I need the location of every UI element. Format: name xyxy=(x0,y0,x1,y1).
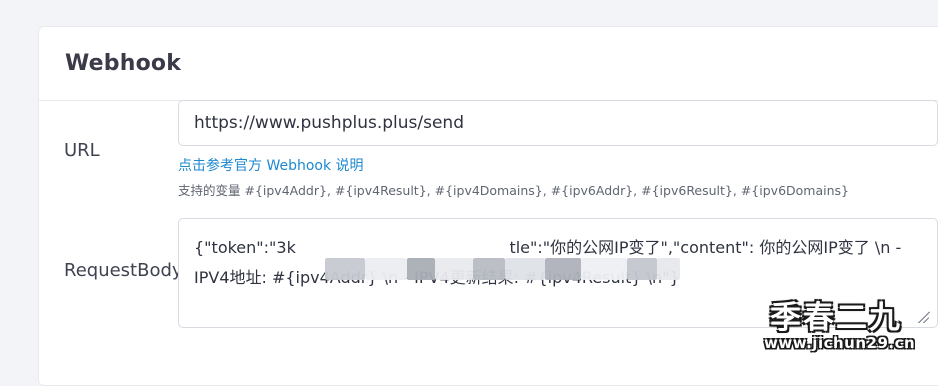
url-label: URL xyxy=(64,140,100,161)
card-header: Webhook xyxy=(39,27,938,101)
url-input[interactable] xyxy=(178,100,938,146)
supported-variables-text: 支持的变量 #{ipv4Addr}, #{ipv4Result}, #{ipv4… xyxy=(178,183,849,198)
card-title: Webhook xyxy=(65,51,182,76)
webhook-docs-link[interactable]: 点击参考官方 Webhook 说明 xyxy=(178,155,364,175)
webhook-card: Webhook xyxy=(38,26,938,386)
request-body-textarea[interactable]: {"token":"3k tle":"你的公网IP变了","content": … xyxy=(178,218,938,328)
request-body-label: RequestBody xyxy=(64,260,183,281)
